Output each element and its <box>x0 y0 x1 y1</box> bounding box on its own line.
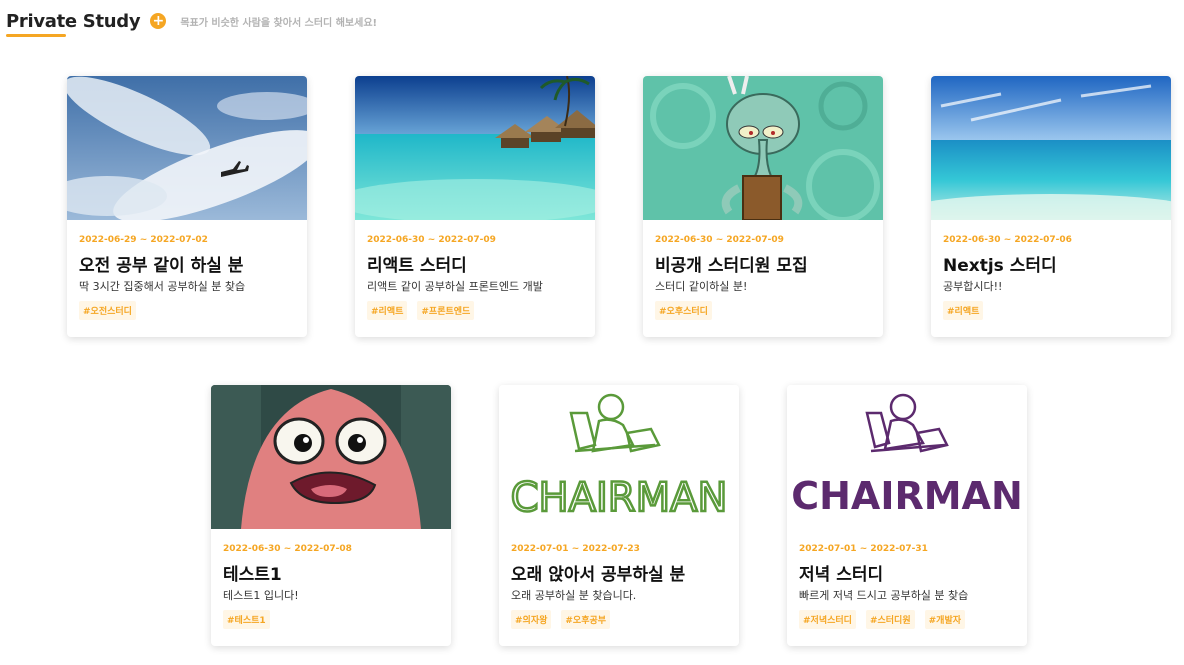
study-date: 2022-06-30 ~ 2022-07-09 <box>655 235 784 245</box>
study-title: 오전 공부 같이 하실 분 <box>79 256 244 275</box>
study-tag[interactable]: #저녁스터디 <box>799 610 856 629</box>
beach-bungalow-image <box>355 76 595 220</box>
chairman-logo-green: CHAIRMAN <box>499 385 739 529</box>
study-description: 딱 3시간 집중해서 공부하실 분 찾습 <box>79 280 246 293</box>
study-card[interactable]: 2022-06-30 ~ 2022-07-08 테스트1 테스트1 입니다! #… <box>211 385 451 646</box>
study-description: 공부합시다!! <box>943 280 1003 293</box>
study-date: 2022-06-30 ~ 2022-07-09 <box>367 235 496 245</box>
logo-text: CHAIRMAN <box>791 474 1023 518</box>
study-title: 리액트 스터디 <box>367 256 467 275</box>
study-description: 오래 공부하실 분 찾습니다. <box>511 589 637 602</box>
page-title: Private Study <box>6 10 141 32</box>
study-tag[interactable]: #개발자 <box>924 610 966 629</box>
chairman-logo-purple: CHAIRMAN <box>787 385 1027 529</box>
study-tag[interactable]: #오후스터디 <box>655 301 712 320</box>
study-tag[interactable]: #테스트1 <box>223 610 270 629</box>
study-card[interactable]: 2022-06-29 ~ 2022-07-02 오전 공부 같이 하실 분 딱 … <box>67 76 307 337</box>
study-card[interactable]: 2022-06-30 ~ 2022-07-09 리액트 스터디 리액트 같이 공… <box>355 76 595 337</box>
logo-text: CHAIRMAN <box>511 475 728 521</box>
study-card[interactable]: CHAIRMAN 2022-07-01 ~ 2022-07-23 오래 앉아서 … <box>499 385 739 646</box>
study-title: 테스트1 <box>223 565 282 584</box>
study-title: Nextjs 스터디 <box>943 256 1057 275</box>
study-tag[interactable]: #오전스터디 <box>79 301 136 320</box>
study-tag[interactable]: #리액트 <box>943 301 984 320</box>
study-title: 오래 앉아서 공부하실 분 <box>511 565 686 584</box>
ocean-image <box>931 76 1171 220</box>
study-tag[interactable]: #리액트 <box>367 301 408 320</box>
study-title: 저녁 스터디 <box>799 565 884 584</box>
patrick-image <box>211 385 451 529</box>
study-description: 빠르게 저녁 드시고 공부하실 분 찾습 <box>799 589 969 602</box>
study-date: 2022-07-01 ~ 2022-07-23 <box>511 544 640 554</box>
study-tag[interactable]: #오후공부 <box>561 610 611 629</box>
study-card[interactable]: 2022-06-30 ~ 2022-07-06 Nextjs 스터디 공부합시다… <box>931 76 1171 337</box>
squidward-image <box>643 76 883 220</box>
study-tag[interactable]: #스터디원 <box>865 610 915 629</box>
sky-airplane-image <box>67 76 307 220</box>
study-tag[interactable]: #의자왕 <box>511 610 552 629</box>
study-title: 비공개 스터디원 모집 <box>655 256 808 275</box>
study-card[interactable]: CHAIRMAN 2022-07-01 ~ 2022-07-31 저녁 스터디 … <box>787 385 1027 646</box>
study-card[interactable]: 2022-06-30 ~ 2022-07-09 비공개 스터디원 모집 스터디 … <box>643 76 883 337</box>
study-tag[interactable]: #프론트엔드 <box>417 301 475 320</box>
study-date: 2022-06-29 ~ 2022-07-02 <box>79 235 208 245</box>
study-date: 2022-06-30 ~ 2022-07-08 <box>223 544 352 554</box>
study-description: 리액트 같이 공부하실 프론트엔드 개발 <box>367 280 543 293</box>
study-description: 테스트1 입니다! <box>223 589 299 602</box>
study-date: 2022-07-01 ~ 2022-07-31 <box>799 544 928 554</box>
study-date: 2022-06-30 ~ 2022-07-06 <box>943 235 1072 245</box>
title-underline <box>6 34 66 37</box>
add-study-button[interactable]: + <box>150 13 167 29</box>
page-subtitle: 목표가 비슷한 사람을 찾아서 스터디 해보세요! <box>180 17 378 29</box>
study-description: 스터디 같이하실 분! <box>655 280 748 293</box>
